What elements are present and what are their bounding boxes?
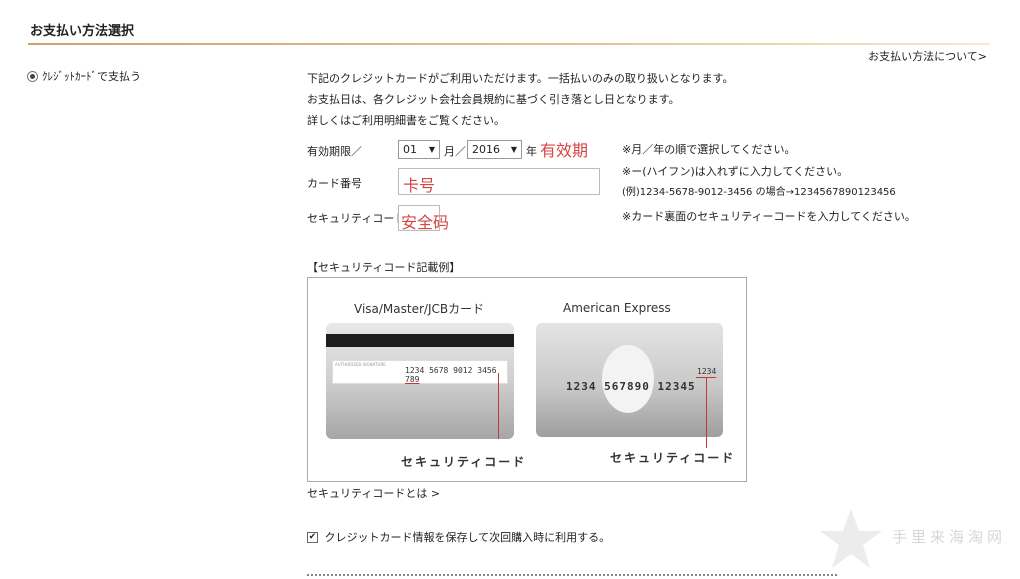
amex-code-caption: セキュリティコード xyxy=(610,451,736,465)
card-number-input[interactable]: 卡号 xyxy=(398,168,600,195)
amex-card-front-image: 1234 567890 12345 1234 xyxy=(536,323,723,448)
save-card-row[interactable]: ✔ クレジットカード情報を保存して次回購入時に利用する。 xyxy=(307,529,610,545)
about-payment-link[interactable]: お支払い方法について> xyxy=(868,48,987,64)
title-divider xyxy=(28,43,990,45)
signature-panel-print: AUTHORIZED SIGNATURE xyxy=(335,362,386,367)
security-code-note: ※カード裏面のセキュリティーコードを入力してください。 xyxy=(622,210,916,223)
expiry-year-value: 2016 xyxy=(472,143,500,156)
payment-option-credit-card[interactable]: ｸﾚｼﾞｯﾄｶｰﾄﾞで支払う xyxy=(27,68,141,84)
expiry-month-value: 01 xyxy=(403,143,417,156)
security-code-info-link[interactable]: セキュリティコードとは > xyxy=(307,485,440,501)
description-line: 詳しくはご利用明細書をご覧ください。 xyxy=(307,114,505,127)
radio-selected-dot xyxy=(30,73,35,79)
expiry-label: 有効期限／ xyxy=(307,145,362,158)
payment-option-label: ｸﾚｼﾞｯﾄｶｰﾄﾞで支払う xyxy=(42,70,141,83)
cut-off-content xyxy=(307,574,837,579)
save-card-label: クレジットカード情報を保存して次回購入時に利用する。 xyxy=(324,531,611,544)
credit-card-radio[interactable] xyxy=(27,70,38,82)
expiry-note: ※月／年の順で選択してください。 xyxy=(622,143,796,156)
visa-code-caption: セキュリティコード xyxy=(401,455,527,469)
security-code-annotation: 安全码 xyxy=(401,213,450,232)
expiry-annotation: 有效期 xyxy=(540,141,589,160)
dropdown-arrow-icon: ▼ xyxy=(428,145,435,154)
magnetic-stripe xyxy=(326,334,514,347)
dropdown-arrow-icon: ▼ xyxy=(510,145,517,154)
amex-card-caption: American Express xyxy=(563,301,671,315)
visa-card-back-image: AUTHORIZED SIGNATURE 1234 5678 9012 3456… xyxy=(326,323,514,439)
example-heading: 【セキュリティコード記載例】 xyxy=(307,261,461,274)
visa-card-number: 1234 5678 9012 3456 789 xyxy=(405,366,507,384)
amex-code-pointer-line xyxy=(706,378,707,448)
card-number-annotation: 卡号 xyxy=(403,176,436,195)
card-number-note: ※ー(ハイフン)は入れずに入力してください。 xyxy=(622,165,849,178)
watermark-star-icon xyxy=(820,509,882,568)
amex-security-code: 1234 xyxy=(697,367,717,376)
description-line: お支払日は、各クレジット会社会員規約に基づく引き落とし日となります。 xyxy=(307,93,680,106)
security-code-input[interactable]: 安全码 xyxy=(398,205,449,232)
expiry-month-select[interactable]: 01 ▼ xyxy=(398,140,440,159)
visa-number-text: 1234 5678 9012 3456 xyxy=(405,366,497,375)
payment-description: 下記のクレジットカードがご利用いただけます。一括払いのみの取り扱いとなります。 … xyxy=(307,68,733,131)
description-line: 下記のクレジットカードがご利用いただけます。一括払いのみの取り扱いとなります。 xyxy=(307,72,734,85)
signature-panel: AUTHORIZED SIGNATURE 1234 5678 9012 3456… xyxy=(332,360,508,384)
expiry-year-select[interactable]: 2016 ▼ xyxy=(467,140,522,159)
expiry-year-unit: 年 xyxy=(526,145,537,158)
amex-logo-oval xyxy=(602,345,654,413)
card-number-example: (例)1234-5678-9012-3456 の場合→1234567890123… xyxy=(622,187,896,198)
visa-code-pointer-line xyxy=(498,373,499,439)
visa-code-text: 789 xyxy=(405,375,420,384)
security-code-label: セキュリティコード xyxy=(307,212,406,225)
expiry-month-unit: 月／ xyxy=(444,145,466,158)
check-icon: ✔ xyxy=(308,531,317,542)
amex-card-number: 1234 567890 12345 xyxy=(566,380,696,393)
section-title: お支払い方法選択 xyxy=(30,24,135,39)
save-card-checkbox[interactable]: ✔ xyxy=(307,531,318,543)
visa-card-caption: Visa/Master/JCBカード xyxy=(354,302,485,316)
watermark-text: 手里来海淘网 xyxy=(892,528,1007,546)
card-number-label: カード番号 xyxy=(307,177,362,190)
